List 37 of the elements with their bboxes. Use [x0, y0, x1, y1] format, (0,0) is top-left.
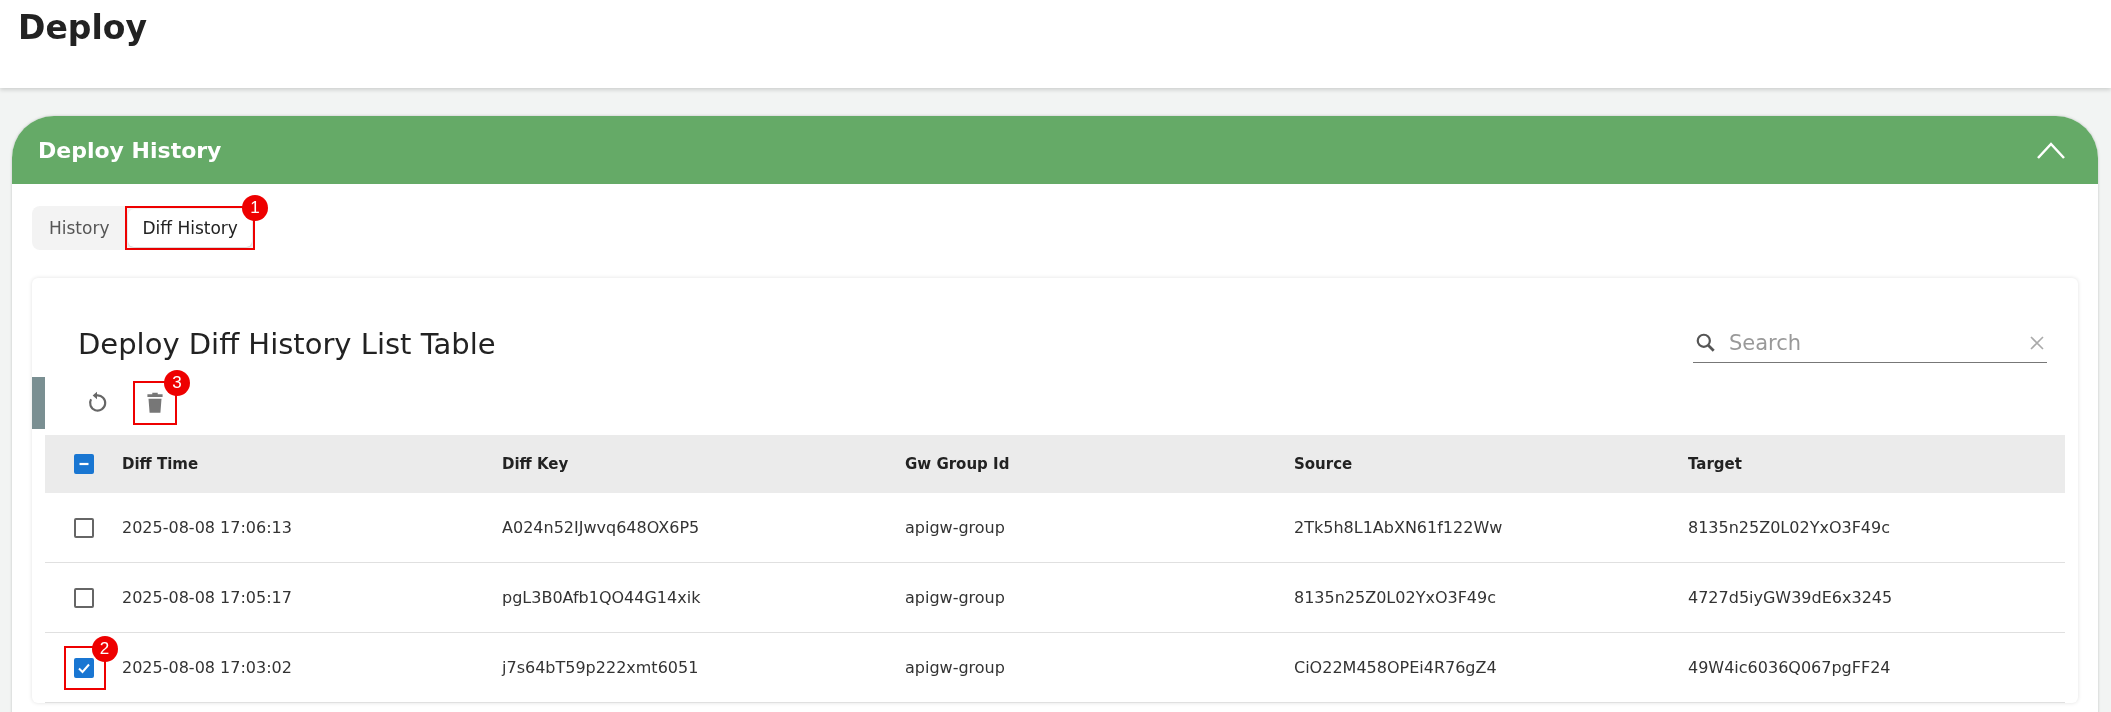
table-cell-text: 2025-08-08 17:06:13 [122, 518, 293, 537]
tab[interactable]: Diff History [128, 209, 252, 247]
column-header[interactable]: Diff Key [502, 455, 905, 473]
search-field[interactable]: Search [1693, 326, 2047, 363]
row-checkbox[interactable] [73, 657, 94, 678]
table-cell-text: j7s64bT59p222xmt6051 [502, 658, 700, 677]
select-all-checkbox[interactable] [73, 454, 94, 474]
table-cell-text: apigw-group [905, 588, 1006, 607]
table-cell-text: 8135n25Z0L02YxO3F49c [1294, 588, 1497, 607]
row-checkbox[interactable] [73, 587, 94, 608]
panel-title: Deploy History [38, 137, 222, 163]
table-cell-text: 2025-08-08 17:05:17 [122, 588, 293, 607]
collapse-chevron-icon[interactable] [2036, 140, 2066, 160]
annotation-badge: 1 [241, 195, 268, 221]
annotation-badge: 3 [164, 370, 190, 396]
tab[interactable]: History [35, 209, 124, 247]
table-title: Deploy Diff History List Table [78, 326, 496, 361]
column-header[interactable]: Target [1688, 455, 2065, 473]
table-cell-text: CiO22M458OPEi4R76gZ4 [1294, 658, 1498, 677]
annotation-badge: 2 [91, 635, 118, 662]
column-header[interactable]: Source [1294, 455, 1688, 473]
column-header[interactable]: Gw Group Id [905, 455, 1294, 473]
table-cell-text: apigw-group [905, 658, 1006, 677]
side-marker [32, 377, 45, 429]
column-header[interactable]: Diff Time [122, 455, 502, 473]
table-cell-text: apigw-group [905, 518, 1006, 537]
page-title: Deploy [17, 7, 148, 49]
search-input[interactable]: Search [1727, 330, 2019, 356]
table-cell-text: 2Tk5h8L1AbXN61f122Ww [1294, 518, 1504, 537]
table-cell-text: A024n52IJwvq648OX6P5 [502, 518, 701, 537]
table-cell-text: 4727d5iyGW39dE6x3245 [1688, 588, 1894, 607]
table-cell-text: 2025-08-08 17:03:02 [122, 658, 293, 677]
table-cell-text: pgL3B0Afb1QO44G14xik [502, 588, 702, 607]
table-cell-text: 49W4ic6036Q067pgFF24 [1688, 658, 1892, 677]
table-cell-text: 8135n25Z0L02YxO3F49c [1688, 518, 1891, 537]
search-icon [1695, 332, 1717, 354]
row-checkbox[interactable] [73, 517, 94, 538]
